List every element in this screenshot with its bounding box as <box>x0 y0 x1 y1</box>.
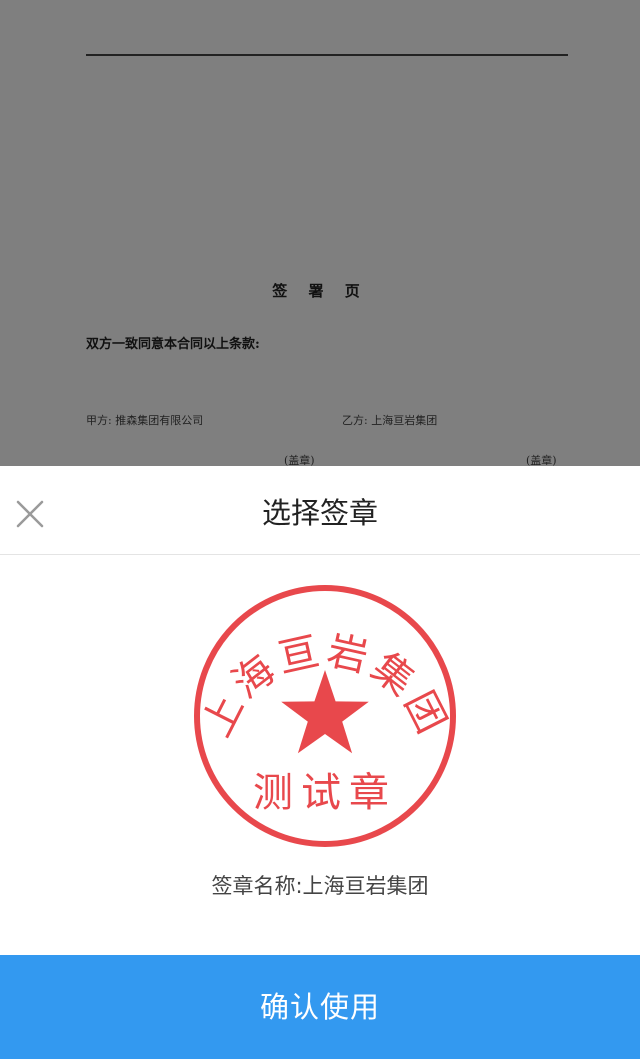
party-b-label: 乙方: 上海亘岩集团 <box>342 414 438 427</box>
seal-name-label: 签章名称:上海亘岩集团 <box>211 874 429 898</box>
seal-stamp: 上海亘岩集团 测试章 <box>194 585 456 847</box>
sheet-header: 选择签章 <box>0 466 640 555</box>
close-button[interactable] <box>12 496 48 532</box>
contract-document: 签 署 页 双方一致同意本合同以上条款: 甲方: 推森集团有限公司 乙方: 上海… <box>0 0 640 467</box>
company-seal[interactable]: 上海亘岩集团 测试章 <box>190 584 460 848</box>
seal-center-text: 测试章 <box>253 770 397 816</box>
close-icon <box>16 500 44 528</box>
star-icon <box>281 670 369 754</box>
agreement-statement: 双方一致同意本合同以上条款: <box>86 337 260 352</box>
signature-page-heading: 签 署 页 <box>272 282 368 300</box>
select-seal-sheet: 选择签章 上海亘岩集团 测试章 签章名称:上海亘岩集团 确认使用 <box>0 466 640 1059</box>
document-rule <box>86 54 568 56</box>
party-a-label: 甲方: 推森集团有限公司 <box>86 414 204 427</box>
sheet-title: 选择签章 <box>261 496 378 530</box>
confirm-use-button[interactable]: 确认使用 <box>0 955 640 1059</box>
